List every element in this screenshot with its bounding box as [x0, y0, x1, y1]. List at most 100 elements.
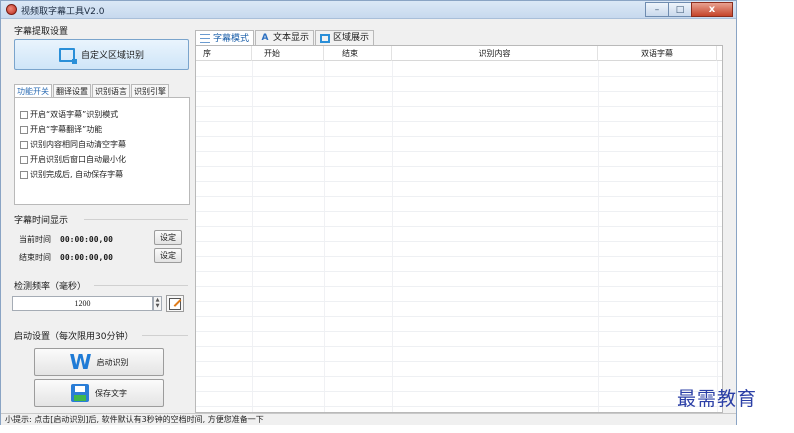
- current-time-row: 当前时间 00:00:00,00: [19, 234, 132, 245]
- grid-line: [196, 256, 722, 257]
- option-label: 开启“双语字幕”识别模式: [30, 110, 119, 119]
- app-icon: [6, 4, 17, 15]
- grid-line: [196, 346, 722, 347]
- option-label: 识别内容相同自动清空字幕: [30, 140, 126, 149]
- grid-line: [196, 136, 722, 137]
- column-header-index[interactable]: 序: [196, 46, 252, 61]
- title-bar[interactable]: 视频取字幕工具V2.0 – □ x: [1, 1, 736, 19]
- custom-region-button[interactable]: 自定义区域识别: [14, 39, 189, 70]
- option-label: 开启识别后窗口自动最小化: [30, 155, 126, 164]
- grid-line: [392, 46, 393, 412]
- grid-line: [717, 46, 718, 412]
- tab-text-display[interactable]: A 文本显示: [255, 30, 315, 45]
- grid-line: [196, 316, 722, 317]
- column-header-start[interactable]: 开始: [252, 46, 324, 61]
- subtitle-table[interactable]: 序 开始 结束 识别内容 双语字幕: [195, 45, 723, 413]
- option-auto-save[interactable]: 识别完成后, 自动保存字幕: [20, 169, 123, 180]
- option-label: 开启“字幕翻译”功能: [30, 125, 103, 134]
- left-panel: 字幕提取设置 自定义区域识别 功能开关 翻译设置 识别语言 识别引擎 开启“双语…: [8, 21, 191, 413]
- text-icon: A: [261, 32, 269, 43]
- grid-line: [196, 391, 722, 392]
- set-current-time-button[interactable]: 设定: [154, 230, 182, 245]
- start-recognition-label: 启动识别: [96, 357, 129, 367]
- tab-label: 字幕模式: [213, 33, 250, 44]
- option-bilingual[interactable]: 开启“双语字幕”识别模式: [20, 109, 118, 120]
- start-section-title: 启动设置（每次限用30分钟）: [14, 332, 134, 342]
- column-header-bilingual[interactable]: 双语字幕: [598, 46, 717, 61]
- checkbox[interactable]: [20, 110, 28, 119]
- grid-line: [196, 151, 722, 152]
- grid-line: [196, 121, 722, 122]
- grid-line: [196, 226, 722, 227]
- divider: [94, 285, 188, 286]
- grid-line: [196, 211, 722, 212]
- grid-line: [196, 271, 722, 272]
- watermark-text: 最需教育: [677, 388, 758, 410]
- set-end-time-button[interactable]: 设定: [154, 248, 182, 263]
- divider: [142, 335, 188, 336]
- column-header-end[interactable]: 结束: [324, 46, 392, 61]
- start-recognition-button[interactable]: W 启动识别: [34, 348, 164, 376]
- grid-line: [196, 406, 722, 407]
- save-disk-icon: [71, 384, 89, 402]
- options-panel: 开启“双语字幕”识别模式 开启“字幕翻译”功能 识别内容相同自动清空字幕 开启识…: [14, 97, 190, 205]
- grid-line: [196, 331, 722, 332]
- grid-line: [196, 301, 722, 302]
- extract-section-title: 字幕提取设置: [14, 27, 69, 37]
- option-label: 识别完成后, 自动保存字幕: [30, 170, 124, 179]
- grid-line: [196, 196, 722, 197]
- tab-recognition-engine[interactable]: 识别引擎: [131, 84, 169, 98]
- frequency-spinner[interactable]: ▲ ▼: [153, 296, 162, 311]
- grid-line: [196, 181, 722, 182]
- grid-line: [196, 106, 722, 107]
- close-button[interactable]: x: [691, 2, 733, 17]
- tab-recognition-language[interactable]: 识别语言: [92, 84, 130, 98]
- time-section-title: 字幕时间显示: [14, 216, 69, 226]
- grid-line: [196, 91, 722, 92]
- grid-line: [196, 76, 722, 77]
- custom-region-label: 自定义区域识别: [80, 51, 144, 61]
- edit-frequency-button[interactable]: [166, 295, 184, 312]
- list-icon: [200, 34, 210, 43]
- maximize-button[interactable]: □: [668, 2, 692, 17]
- grid-line: [196, 361, 722, 362]
- tab-region-display[interactable]: 区域展示: [315, 30, 375, 45]
- divider: [84, 219, 188, 220]
- region-select-icon: [58, 47, 77, 64]
- grid-line: [196, 166, 722, 167]
- save-text-button[interactable]: 保存文字: [34, 379, 164, 407]
- spin-down-icon[interactable]: ▼: [154, 303, 161, 309]
- option-translate[interactable]: 开启“字幕翻译”功能: [20, 124, 102, 135]
- settings-tabs: 功能开关 翻译设置 识别语言 识别引擎: [14, 84, 170, 99]
- grid-line: [598, 46, 599, 412]
- tab-translate-settings[interactable]: 翻译设置: [53, 84, 91, 98]
- window-title: 视频取字幕工具V2.0: [21, 7, 105, 17]
- checkbox[interactable]: [20, 155, 28, 164]
- view-tabs: 字幕模式 A 文本显示 区域展示: [195, 30, 375, 46]
- checkbox[interactable]: [20, 140, 28, 149]
- minimize-button[interactable]: –: [645, 2, 669, 17]
- option-clear-duplicate[interactable]: 识别内容相同自动清空字幕: [20, 139, 126, 150]
- save-text-label: 保存文字: [95, 388, 127, 398]
- checkbox[interactable]: [20, 125, 28, 134]
- main-window: 视频取字幕工具V2.0 – □ x 字幕提取设置 自定义区域识别 功能开关 翻译…: [0, 0, 737, 425]
- option-auto-minimize[interactable]: 开启识别后窗口自动最小化: [20, 154, 126, 165]
- current-time-value: 00:00:00,00: [60, 235, 113, 244]
- tab-label: 区域展示: [333, 33, 370, 43]
- pencil-icon: [169, 297, 181, 310]
- end-time-label: 结束时间: [19, 253, 51, 262]
- grid-line: [196, 376, 722, 377]
- region-icon: [320, 33, 331, 43]
- frequency-input[interactable]: 1200: [12, 296, 153, 311]
- current-time-label: 当前时间: [19, 235, 51, 244]
- w-logo-icon: W: [69, 350, 92, 374]
- column-header-content[interactable]: 识别内容: [392, 46, 598, 61]
- window-controls: – □ x: [645, 2, 733, 17]
- frequency-section-title: 检测频率（毫秒）: [14, 282, 87, 292]
- tab-subtitle-mode[interactable]: 字幕模式: [195, 30, 255, 46]
- end-time-row: 结束时间 00:00:00,00: [19, 252, 132, 263]
- end-time-value: 00:00:00,00: [60, 253, 113, 262]
- grid-line: [196, 286, 722, 287]
- tab-label: 文本显示: [273, 33, 310, 43]
- checkbox[interactable]: [20, 170, 28, 179]
